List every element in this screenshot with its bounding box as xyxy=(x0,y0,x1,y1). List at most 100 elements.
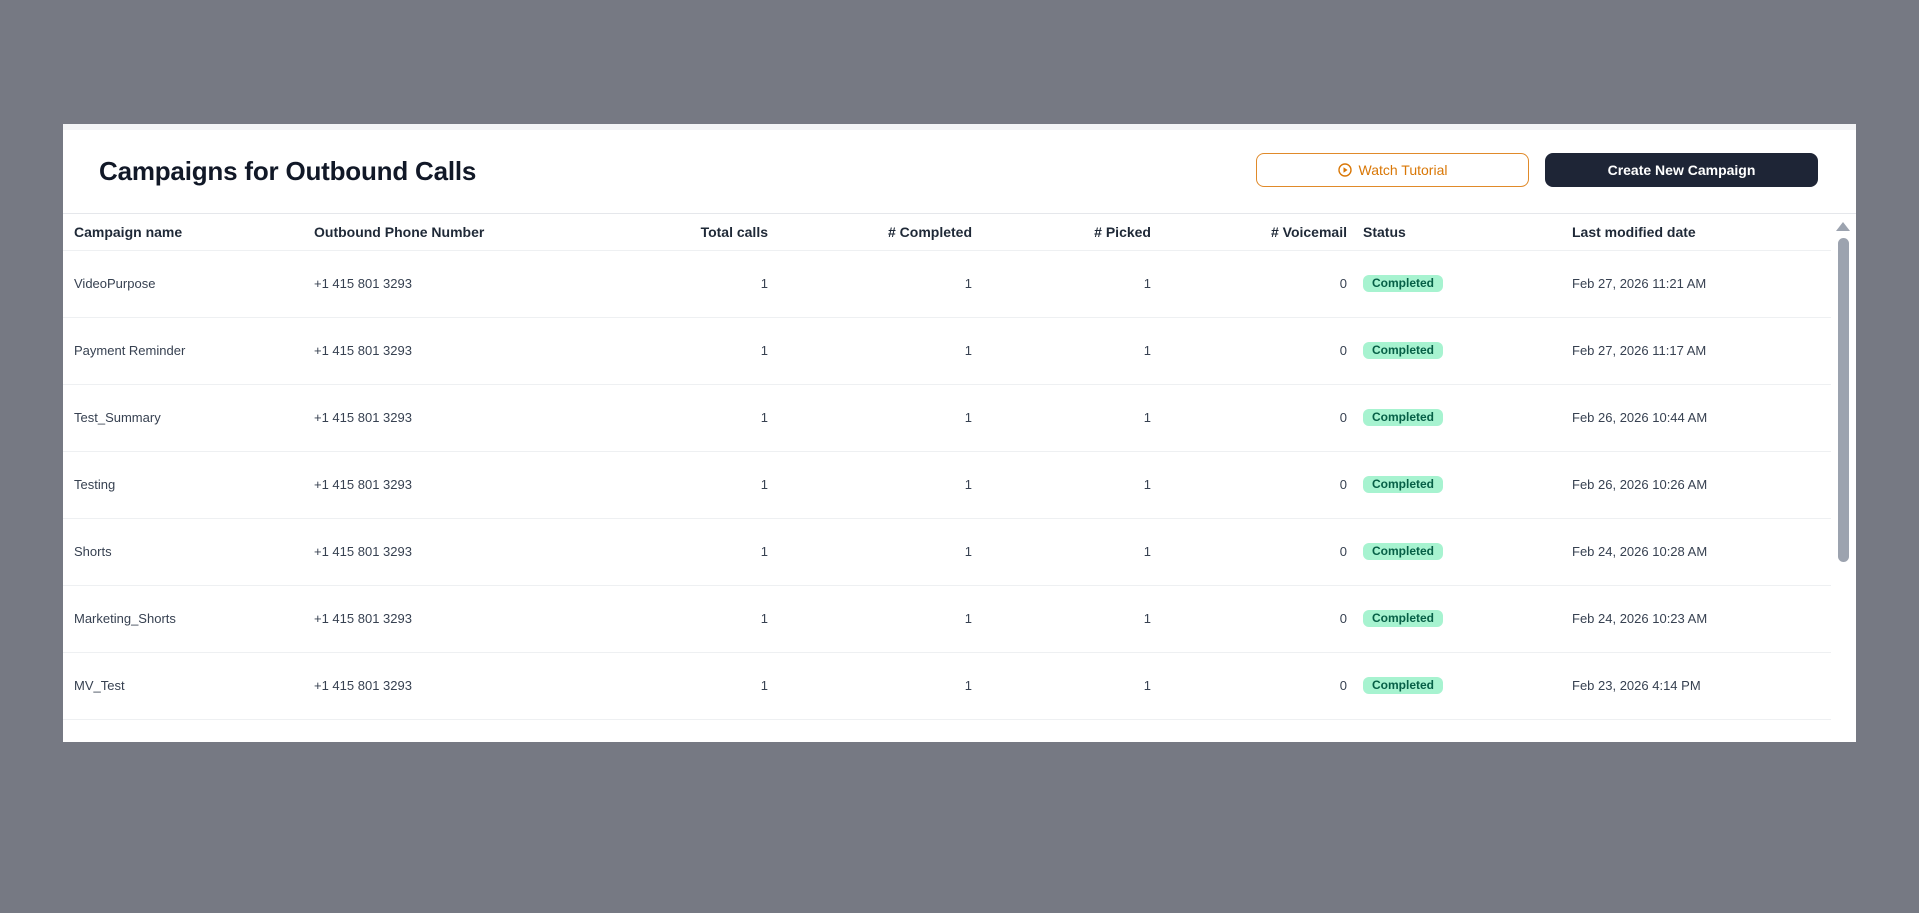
cell-spacer xyxy=(1347,585,1363,653)
table-row[interactable]: VideoPurpose +1 415 801 3293 1 1 1 0 Completed… xyxy=(63,250,1831,318)
scroll-up-arrow-icon[interactable] xyxy=(1836,222,1850,231)
table-row[interactable]: Payment Reminder +1 415 801 3293 1 1 1 0 Compl… xyxy=(63,317,1831,385)
voicemail-count-cell: 0 xyxy=(1151,384,1347,452)
completed-count-cell: 1 xyxy=(768,518,972,586)
column-header-picked[interactable]: # Picked xyxy=(972,214,1151,251)
campaign-name-cell: Shorts xyxy=(63,518,314,586)
campaign-name-cell: Testing xyxy=(63,451,314,519)
last-modified-cell: Feb 27, 2026 11:17 AM xyxy=(1572,317,1831,385)
phone-number-cell: +1 415 801 3293 xyxy=(314,250,614,318)
column-header-last-modified[interactable]: Last modified date xyxy=(1572,214,1831,251)
total-calls-cell: 1 xyxy=(614,317,768,385)
last-modified-cell: Feb 27, 2026 11:21 AM xyxy=(1572,250,1831,318)
status-cell: Completed xyxy=(1363,518,1572,586)
cell-spacer xyxy=(1347,250,1363,318)
column-spacer xyxy=(1347,214,1363,251)
create-new-campaign-label: Create New Campaign xyxy=(1607,162,1756,178)
voicemail-count-cell: 0 xyxy=(1151,451,1347,519)
status-cell: Completed xyxy=(1363,250,1572,318)
total-calls-cell: 1 xyxy=(614,518,768,586)
status-cell: Completed xyxy=(1363,652,1572,720)
voicemail-count-cell: 0 xyxy=(1151,317,1347,385)
cell-spacer xyxy=(1347,652,1363,720)
total-calls-cell: 1 xyxy=(614,250,768,318)
table-row[interactable]: Shorts +1 415 801 3293 1 1 1 0 Completed Feb 24… xyxy=(63,518,1831,586)
last-modified-cell: Feb 23, 2026 4:14 PM xyxy=(1572,652,1831,720)
scroll-thumb[interactable] xyxy=(1838,238,1849,562)
picked-count-cell: 1 xyxy=(972,518,1151,586)
phone-number-cell: +1 415 801 3293 xyxy=(314,585,614,653)
total-calls-cell: 1 xyxy=(614,451,768,519)
status-cell: Completed xyxy=(1363,384,1572,452)
table-row[interactable]: Marketing_Shorts +1 415 801 3293 1 1 1 0 Compl… xyxy=(63,585,1831,653)
voicemail-count-cell: 0 xyxy=(1151,652,1347,720)
total-calls-cell: 1 xyxy=(614,384,768,452)
cell-spacer xyxy=(1347,384,1363,452)
column-header-voicemail[interactable]: # Voicemail xyxy=(1151,214,1347,251)
status-badge: Completed xyxy=(1363,677,1444,694)
phone-number-cell: +1 415 801 3293 xyxy=(314,451,614,519)
campaign-name-cell: Marketing_Shorts xyxy=(63,585,314,653)
last-modified-cell: Feb 24, 2026 10:23 AM xyxy=(1572,585,1831,653)
campaign-name-cell: MV_Test xyxy=(63,652,314,720)
last-modified-cell: Feb 26, 2026 10:26 AM xyxy=(1572,451,1831,519)
completed-count-cell: 1 xyxy=(768,384,972,452)
completed-count-cell: 1 xyxy=(768,652,972,720)
create-new-campaign-button[interactable]: Create New Campaign xyxy=(1545,153,1818,187)
status-badge: Completed xyxy=(1363,275,1444,292)
campaigns-table-container[interactable]: Campaign name Outbound Phone Number Tota… xyxy=(63,214,1831,742)
last-modified-cell: Feb 24, 2026 10:28 AM xyxy=(1572,518,1831,586)
picked-count-cell: 1 xyxy=(972,451,1151,519)
picked-count-cell: 1 xyxy=(972,585,1151,653)
column-header-outbound-phone[interactable]: Outbound Phone Number xyxy=(314,214,614,251)
campaign-name-cell: Payment Reminder xyxy=(63,317,314,385)
total-calls-cell: 1 xyxy=(614,585,768,653)
picked-count-cell: 1 xyxy=(972,384,1151,452)
column-header-completed[interactable]: # Completed xyxy=(768,214,972,251)
picked-count-cell: 1 xyxy=(972,317,1151,385)
status-cell: Completed xyxy=(1363,317,1572,385)
campaign-name-cell: VideoPurpose xyxy=(63,250,314,318)
status-badge: Completed xyxy=(1363,342,1444,359)
table-row[interactable]: Testing +1 415 801 3293 1 1 1 0 Completed Feb 2… xyxy=(63,451,1831,519)
phone-number-cell: +1 415 801 3293 xyxy=(314,652,614,720)
status-cell: Completed xyxy=(1363,585,1572,653)
campaigns-panel: Campaigns for Outbound Calls Watch Tutor… xyxy=(63,124,1856,742)
cell-spacer xyxy=(1347,518,1363,586)
column-header-status[interactable]: Status xyxy=(1363,214,1572,251)
voicemail-count-cell: 0 xyxy=(1151,585,1347,653)
campaigns-table: Campaign name Outbound Phone Number Tota… xyxy=(63,214,1831,720)
table-header-row: Campaign name Outbound Phone Number Tota… xyxy=(63,214,1831,251)
table-row[interactable]: Test_Summary +1 415 801 3293 1 1 1 0 Completed… xyxy=(63,384,1831,452)
play-circle-icon xyxy=(1337,163,1352,177)
column-header-total-calls[interactable]: Total calls xyxy=(614,214,768,251)
phone-number-cell: +1 415 801 3293 xyxy=(314,384,614,452)
campaign-name-cell: Test_Summary xyxy=(63,384,314,452)
page-title: Campaigns for Outbound Calls xyxy=(99,156,477,186)
completed-count-cell: 1 xyxy=(768,585,972,653)
table-scrollbar[interactable] xyxy=(1831,214,1856,742)
column-header-campaign-name[interactable]: Campaign name xyxy=(63,214,314,251)
picked-count-cell: 1 xyxy=(972,250,1151,318)
status-cell: Completed xyxy=(1363,451,1572,519)
watch-tutorial-label: Watch Tutorial xyxy=(1358,162,1448,178)
voicemail-count-cell: 0 xyxy=(1151,250,1347,318)
table-row[interactable]: MV_Test +1 415 801 3293 1 1 1 0 Completed Feb 2… xyxy=(63,652,1831,720)
total-calls-cell: 1 xyxy=(614,652,768,720)
status-badge: Completed xyxy=(1363,543,1444,560)
voicemail-count-cell: 0 xyxy=(1151,518,1347,586)
status-badge: Completed xyxy=(1363,476,1444,493)
cell-spacer xyxy=(1347,451,1363,519)
watch-tutorial-button[interactable]: Watch Tutorial xyxy=(1256,153,1529,187)
status-badge: Completed xyxy=(1363,610,1444,627)
page-header: Campaigns for Outbound Calls Watch Tutor… xyxy=(63,130,1856,214)
picked-count-cell: 1 xyxy=(972,652,1151,720)
completed-count-cell: 1 xyxy=(768,451,972,519)
status-badge: Completed xyxy=(1363,409,1444,426)
phone-number-cell: +1 415 801 3293 xyxy=(314,518,614,586)
completed-count-cell: 1 xyxy=(768,317,972,385)
cell-spacer xyxy=(1347,317,1363,385)
phone-number-cell: +1 415 801 3293 xyxy=(314,317,614,385)
completed-count-cell: 1 xyxy=(768,250,972,318)
last-modified-cell: Feb 26, 2026 10:44 AM xyxy=(1572,384,1831,452)
